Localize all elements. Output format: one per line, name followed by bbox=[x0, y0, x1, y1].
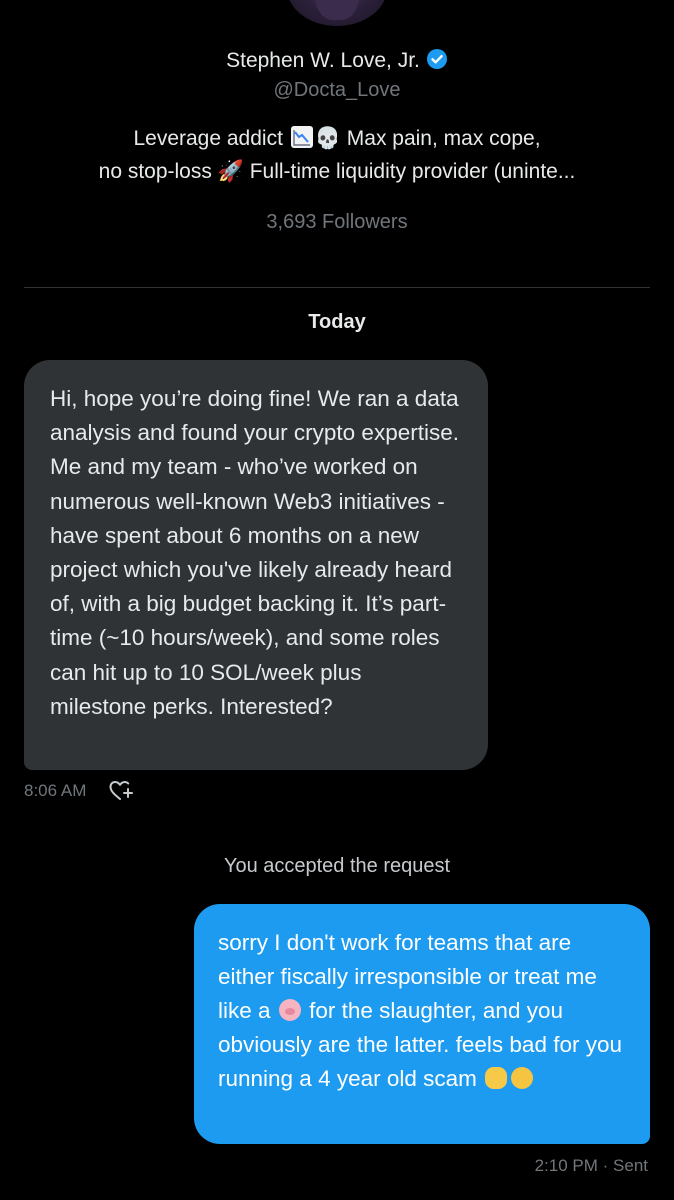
incoming-message-bubble[interactable]: Hi, hope you’re doing fine! We ran a dat… bbox=[24, 360, 488, 770]
incoming-message-time: 8:06 AM bbox=[24, 781, 87, 800]
incoming-message-text: Hi, hope you’re doing fine! We ran a dat… bbox=[50, 386, 459, 719]
skull-icon: 💀 bbox=[314, 126, 341, 150]
bio-text: Max pain, max cope, bbox=[346, 127, 541, 150]
rocket-icon: 🚀 bbox=[217, 159, 244, 183]
bio-text: Full-time liquidity provider (uninte... bbox=[249, 160, 576, 183]
add-reaction-icon[interactable] bbox=[108, 778, 136, 804]
profile-bio: Leverage addict 💀 Max pain, max cope, no… bbox=[0, 122, 674, 188]
outgoing-message-bubble[interactable]: sorry I don't work for teams that are ei… bbox=[194, 904, 650, 1144]
bio-text: no stop-loss bbox=[98, 160, 212, 183]
bio-line-2: no stop-loss 🚀 Full-time liquidity provi… bbox=[0, 155, 674, 188]
pig-face-icon bbox=[278, 999, 301, 1021]
divider bbox=[24, 287, 650, 288]
avatar[interactable] bbox=[287, 0, 387, 26]
bio-line-1: Leverage addict 💀 Max pain, max cope, bbox=[0, 122, 674, 155]
fist-icon bbox=[485, 1067, 508, 1089]
outgoing-message-meta: 2:10 PM · Sent bbox=[534, 1156, 648, 1175]
verified-badge-icon bbox=[426, 48, 448, 79]
avatar-silhouette bbox=[315, 0, 359, 20]
bio-text: Leverage addict bbox=[133, 127, 283, 150]
chart-decreasing-icon bbox=[290, 126, 313, 148]
laughing-cat-icon bbox=[511, 1067, 534, 1089]
incoming-message-meta: 8:06 AM bbox=[24, 776, 133, 806]
profile-name-row[interactable]: Stephen W. Love, Jr. bbox=[0, 46, 674, 79]
date-separator: Today bbox=[308, 311, 366, 333]
request-accepted-note: You accepted the request bbox=[223, 855, 451, 877]
profile-name[interactable]: Stephen W. Love, Jr. bbox=[226, 49, 420, 72]
profile-handle[interactable]: @Docta_Love bbox=[0, 76, 674, 104]
followers-count[interactable]: 3,693 Followers bbox=[0, 208, 674, 236]
